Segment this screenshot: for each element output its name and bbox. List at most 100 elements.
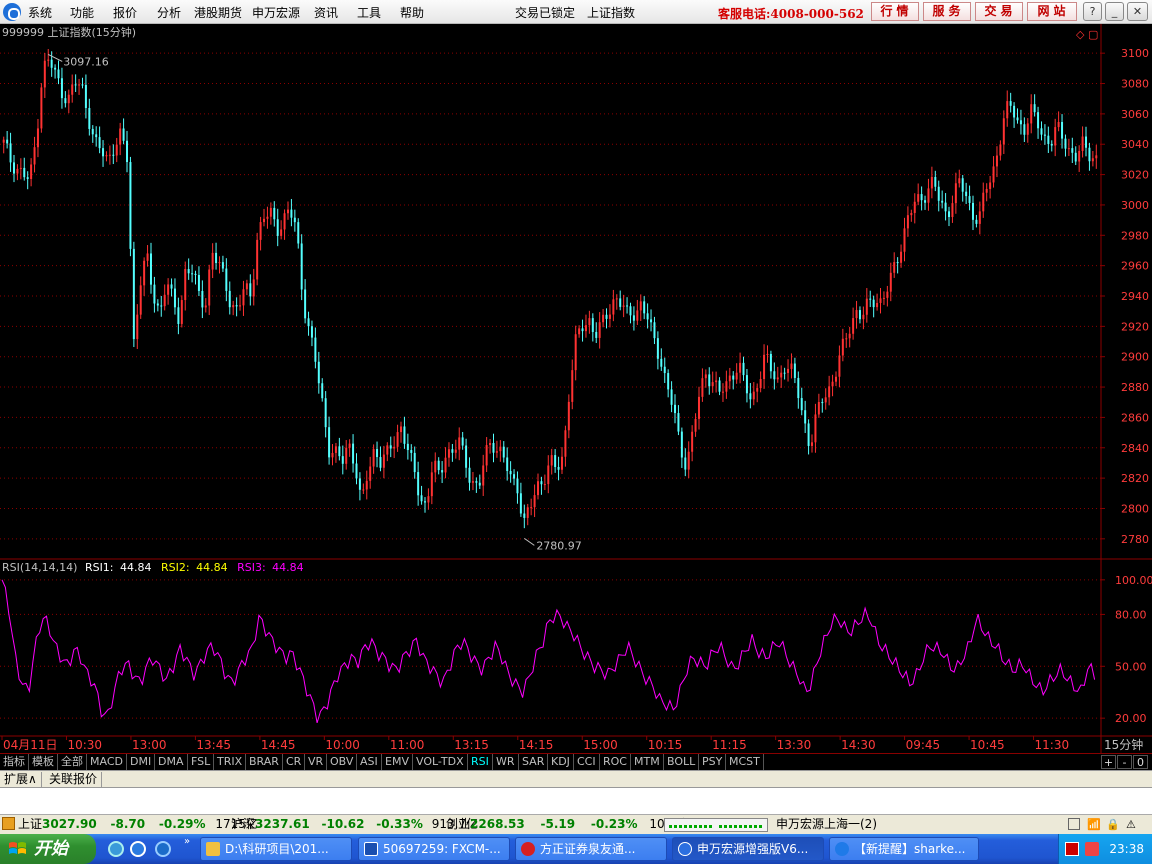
indicator-tab[interactable]: DMI [127, 754, 156, 770]
candle-body [204, 305, 207, 308]
indicator-tab[interactable]: MCST [726, 754, 764, 770]
indicator-tab[interactable]: WR [493, 754, 519, 770]
indicator-tab[interactable]: VOL-TDX [413, 754, 468, 770]
candle-body [1013, 105, 1016, 118]
task-fxcm[interactable]: 50697259: FXCM-... [358, 837, 510, 861]
period-label[interactable]: 15分钟 [1104, 737, 1143, 752]
menu-analysis[interactable]: 分析 [157, 4, 181, 21]
alert-icon[interactable]: ⚠ [1126, 815, 1136, 834]
clock[interactable]: 23:38 [1109, 842, 1144, 856]
indicator-tab[interactable]: 模板 [29, 754, 58, 770]
start-button[interactable]: 开始 [0, 834, 96, 864]
indicator-tab[interactable]: BOLL [664, 754, 700, 770]
chart-area[interactable]: 2780 2800 2820 2840 2860 2880 2900 2920 2940 2960… [0, 24, 1152, 753]
menu-shenwan[interactable]: 申万宏源 [252, 4, 300, 21]
candle-body [540, 481, 543, 485]
candle-body [1043, 134, 1046, 136]
menu-hk-futures[interactable]: 港股期货 [194, 4, 242, 21]
indicator-tab[interactable]: 指标 [0, 754, 29, 770]
indicator-tab[interactable]: ROC [600, 754, 631, 770]
indicator-tab[interactable]: DMA [155, 754, 188, 770]
indicator-tab[interactable]: CCI [574, 754, 600, 770]
menu-function[interactable]: 功能 [70, 4, 94, 21]
indicator-tab[interactable]: OBV [327, 754, 358, 770]
browser-icon[interactable] [130, 841, 146, 857]
minimize-icon[interactable]: _ [1105, 2, 1124, 21]
quicklaunch-expand-icon[interactable]: » [184, 836, 190, 847]
lock-icon[interactable]: 🔒 [1106, 815, 1120, 834]
menu-quote[interactable]: 报价 [113, 4, 137, 21]
candle-body [602, 314, 605, 323]
server-name[interactable]: 申万宏源上海一(2) [776, 815, 877, 834]
app-logo-icon[interactable] [3, 3, 21, 21]
indicator-tab[interactable]: ASI [357, 754, 382, 770]
tray-security-icon[interactable] [1085, 842, 1099, 856]
help-icon[interactable]: ? [1083, 2, 1102, 21]
indicator-tab[interactable]: PSY [699, 754, 727, 770]
indicator-tab[interactable]: TRIX [214, 754, 247, 770]
ie2-icon[interactable] [155, 841, 171, 857]
zoom-out-button[interactable]: - [1117, 755, 1132, 769]
signal-icon[interactable]: 📶 [1087, 815, 1101, 834]
candle-body [454, 449, 457, 453]
task-fangzheng[interactable]: 方正证券泉友通... [515, 837, 667, 861]
service-button[interactable]: 服务 [923, 2, 971, 21]
candle-body [924, 200, 927, 203]
candle-body [502, 446, 505, 458]
candle-body [358, 478, 361, 490]
indicator-tab[interactable]: SAR [519, 754, 549, 770]
candle-body [283, 213, 286, 230]
candle-body [930, 176, 933, 189]
status-menu-icon[interactable] [2, 817, 15, 830]
candle-body [701, 378, 704, 397]
candle-body [663, 366, 666, 374]
candle-body [674, 404, 677, 414]
close-icon[interactable]: ✕ [1127, 2, 1148, 21]
sh-index[interactable]: 上证3027.90 -8.70 -0.29% 1715亿 [18, 815, 258, 834]
task-folder[interactable]: D:\科研项目\201... [200, 837, 352, 861]
candle-body [102, 148, 105, 157]
menu-system[interactable]: 系统 [28, 4, 52, 21]
candle-body [684, 457, 687, 470]
candle-body [208, 269, 211, 306]
menu-help[interactable]: 帮助 [400, 4, 424, 21]
candle-body [1071, 148, 1074, 153]
quote-button[interactable]: 行情 [871, 2, 919, 21]
rsi-header: RSI(14,14,14) RSI1: 44.84 RSI2: 44.84 RS… [2, 561, 304, 574]
website-button[interactable]: 网站 [1027, 2, 1077, 21]
cy-index[interactable]: 创业2268.53 -5.19 -0.23% 1018亿 [446, 815, 692, 834]
window-icon[interactable]: ▢ [1088, 28, 1098, 41]
task-reminder[interactable]: 【新提醒】sharke... [829, 837, 979, 861]
price-tick-label: 2960 [1121, 260, 1149, 273]
zoom-in-button[interactable]: + [1101, 755, 1116, 769]
window-toggle-icon[interactable] [1068, 818, 1080, 830]
candle-body [304, 289, 307, 319]
indicator-tab[interactable]: VR [305, 754, 328, 770]
indicator-tab[interactable]: 全部 [58, 754, 87, 770]
ie-icon[interactable] [108, 841, 124, 857]
x-tick-label: 13:00 [132, 738, 167, 752]
tab-expand[interactable]: 扩展∧ [0, 772, 42, 788]
indicator-tab[interactable]: CR [283, 754, 306, 770]
indicator-tab[interactable]: MACD [87, 754, 127, 770]
tab-related-quotes[interactable]: 关联报价 [45, 772, 103, 788]
indicator-tab[interactable]: KDJ [548, 754, 574, 770]
candle-body [180, 300, 183, 324]
candle-body [242, 289, 245, 306]
indicator-tab[interactable]: RSI [468, 754, 493, 770]
hs-index[interactable]: 沪深3237.61 -10.62 -0.33% 913.7亿 [231, 815, 478, 834]
start-label: 开始 [34, 839, 68, 859]
menu-news[interactable]: 资讯 [314, 4, 338, 21]
diamond-icon[interactable]: ◇ [1076, 28, 1085, 41]
reset-button[interactable]: 0 [1133, 755, 1148, 769]
task-shenwan[interactable]: 申万宏源增强版V6... [672, 837, 824, 861]
indicator-tab[interactable]: MTM [631, 754, 664, 770]
tray-app-icon[interactable] [1065, 842, 1079, 856]
trade-button[interactable]: 交易 [975, 2, 1023, 21]
indicator-tab[interactable]: BRAR [246, 754, 283, 770]
candle-body [1030, 104, 1033, 124]
menu-tools[interactable]: 工具 [357, 4, 381, 21]
indicator-tab[interactable]: FSL [188, 754, 215, 770]
high-marker-line [48, 54, 63, 62]
indicator-tab[interactable]: EMV [382, 754, 413, 770]
